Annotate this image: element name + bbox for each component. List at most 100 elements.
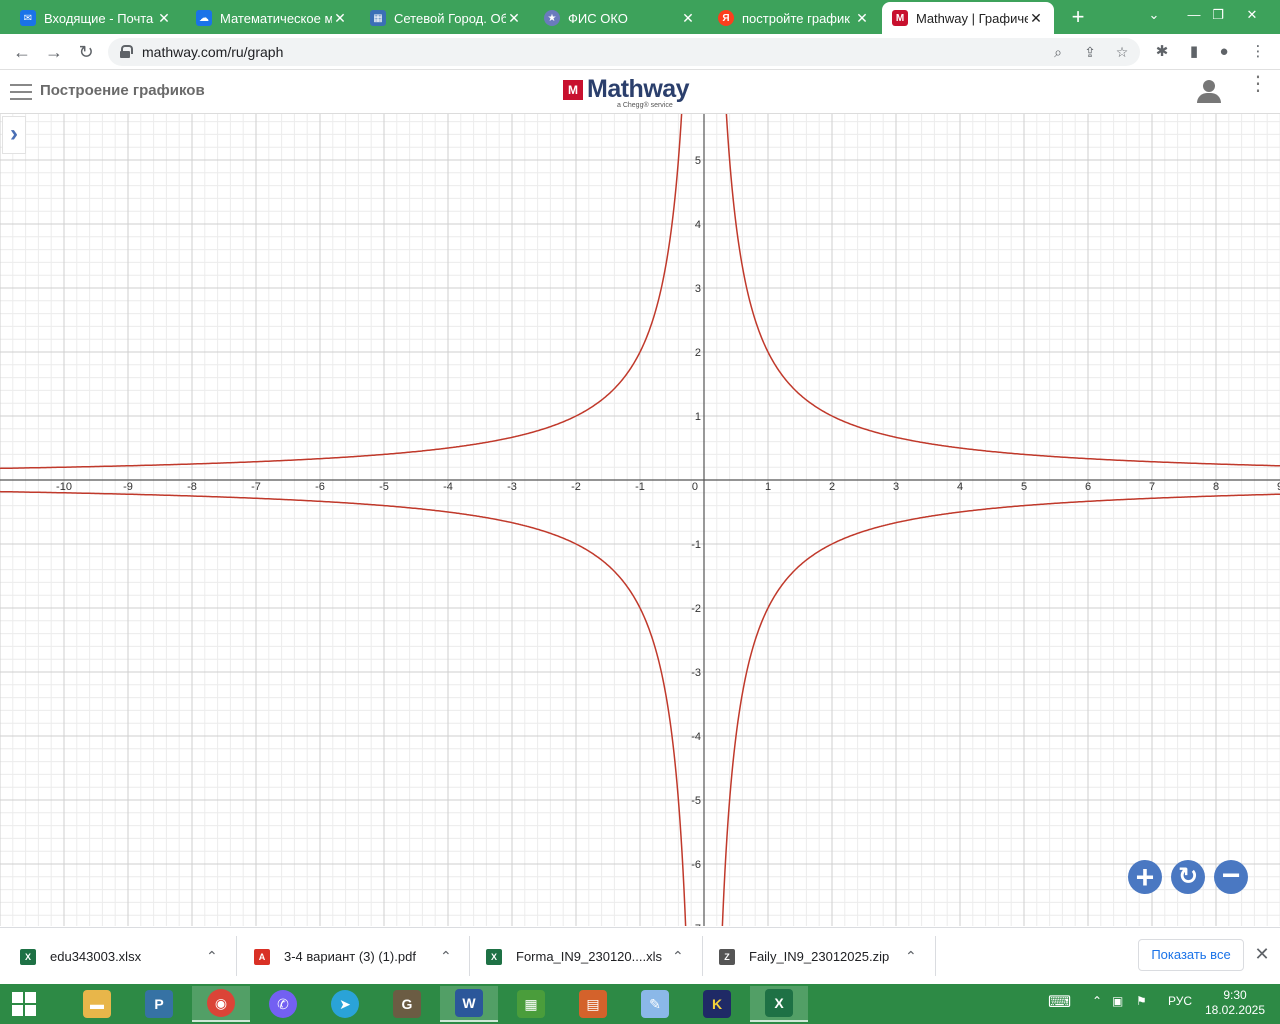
close-icon[interactable]: ✕: [854, 10, 870, 27]
mathway-icon: M: [892, 10, 908, 26]
extensions-icon[interactable]: ✱: [1152, 42, 1172, 62]
download-filename: 3-4 вариант (3) (1).pdf: [284, 949, 416, 964]
tab-mathway[interactable]: M Mathway | Графичес ✕: [882, 2, 1054, 34]
chevron-up-icon[interactable]: ⌃: [206, 948, 218, 965]
x-tick-label: 7: [1149, 481, 1155, 493]
download-item[interactable]: A 3-4 вариант (3) (1).pdf ⌃: [254, 928, 464, 985]
taskbar-gimp[interactable]: G: [378, 986, 436, 1022]
tab-title: Mathway | Графичес: [916, 10, 1028, 26]
zoom-icon[interactable]: ⌕: [1048, 42, 1068, 62]
mathway-logo-mark: M: [563, 80, 583, 100]
hamburger-menu-icon[interactable]: [10, 84, 32, 100]
more-vert-icon[interactable]: ⋮: [1248, 74, 1268, 106]
address-bar[interactable]: mathway.com/ru/graph ⌕ ⇪ ☆: [108, 38, 1140, 66]
url-text[interactable]: mathway.com/ru/graph: [142, 44, 283, 60]
download-filename: Forma_IN9_230120....xls: [516, 949, 662, 964]
excel-file-icon: X: [20, 948, 36, 965]
emblem-icon: ★: [544, 10, 560, 26]
flag-icon[interactable]: ⚑: [1136, 994, 1147, 1008]
yandex-icon: Я: [718, 10, 734, 26]
chevron-up-icon[interactable]: ⌃: [1092, 994, 1102, 1008]
tab-mail[interactable]: ✉ Входящие - Почта М ✕: [10, 2, 182, 34]
download-filename: Faily_IN9_23012025.zip: [749, 949, 890, 964]
logo-text: Mathway: [587, 75, 690, 103]
window-close-icon[interactable]: ✕: [1238, 2, 1266, 28]
bookmark-star-icon[interactable]: ☆: [1112, 42, 1132, 62]
pdf-file-icon: A: [254, 948, 270, 965]
close-icon[interactable]: ✕: [506, 10, 522, 27]
x-tick-label: -6: [315, 481, 325, 493]
tab-search-icon[interactable]: ⌄: [1140, 2, 1168, 28]
graph-svg[interactable]: -10-9-8-7-6-5-4-3-2-1012345678954321-1-2…: [0, 114, 1280, 926]
zoom-in-button[interactable]: +: [1128, 860, 1162, 894]
x-tick-label: -8: [187, 481, 197, 493]
x-tick-label: 8: [1213, 481, 1219, 493]
taskbar-kompas[interactable]: K: [688, 986, 746, 1022]
back-icon[interactable]: ←: [8, 38, 36, 66]
expand-panel-chevron-icon[interactable]: ›: [2, 116, 26, 154]
reset-view-button[interactable]: ↻: [1171, 860, 1205, 894]
browser-menu-icon[interactable]: ⋮: [1248, 42, 1268, 62]
chevron-up-icon[interactable]: ⌃: [905, 948, 917, 965]
chevron-up-icon[interactable]: ⌃: [672, 948, 684, 965]
cloud-icon: ☁: [196, 10, 212, 26]
download-item[interactable]: Z Faily_IN9_23012025.zip ⌃: [719, 928, 929, 985]
taskbar-word[interactable]: W: [440, 986, 498, 1022]
download-item[interactable]: X edu343003.xlsx ⌃: [20, 928, 230, 985]
close-icon[interactable]: ✕: [156, 10, 172, 27]
page-title: Построение графиков: [40, 82, 205, 99]
reload-icon[interactable]: ↻: [72, 38, 100, 66]
taskbar-viber[interactable]: ✆: [254, 986, 312, 1022]
network-icon[interactable]: ▣: [1112, 994, 1123, 1008]
x-tick-label: 3: [893, 481, 899, 493]
y-tick-label: 3: [695, 283, 701, 295]
taskbar-explorer[interactable]: ▬: [68, 986, 126, 1022]
zip-file-icon: Z: [719, 948, 735, 965]
show-all-downloads-button[interactable]: Показать все: [1138, 939, 1244, 971]
language-indicator[interactable]: РУС: [1168, 994, 1192, 1008]
side-panel-icon[interactable]: ▮: [1184, 42, 1204, 62]
chevron-up-icon[interactable]: ⌃: [440, 948, 452, 965]
share-icon[interactable]: ⇪: [1080, 42, 1100, 62]
taskbar-libreoffice[interactable]: ▤: [564, 986, 622, 1022]
divider: [469, 936, 470, 976]
clock[interactable]: 9:30 18.02.2025: [1200, 988, 1270, 1018]
function-curve: [725, 114, 1280, 467]
taskbar: ▬ P ◉ ✆ ➤ G W ▦ ▤ ✎ K X ⌨ ⌃ ▣ ⚑ РУС 9:30…: [0, 984, 1280, 1024]
new-tab-button[interactable]: +: [1066, 4, 1090, 30]
taskbar-chrome[interactable]: ◉: [192, 986, 250, 1022]
taskbar-excel[interactable]: X: [750, 986, 808, 1022]
tab-yandex[interactable]: Я постройте график ф ✕: [708, 2, 880, 34]
x-tick-label: 5: [1021, 481, 1027, 493]
close-icon[interactable]: ✕: [1028, 10, 1044, 27]
profile-icon[interactable]: ●: [1214, 42, 1234, 62]
close-icon[interactable]: ✕: [680, 10, 696, 27]
taskbar-paint[interactable]: ✎: [626, 986, 684, 1022]
impress-icon: ▤: [579, 990, 607, 1018]
date: 18.02.2025: [1204, 1003, 1266, 1017]
windows-logo-icon: [12, 992, 23, 1003]
tab-fisoko[interactable]: ★ ФИС ОКО ✕: [534, 2, 706, 34]
download-item[interactable]: X Forma_IN9_230120....xls ⌃: [486, 928, 696, 985]
x-tick-label: 4: [957, 481, 963, 493]
time: 9:30: [1223, 988, 1247, 1002]
close-icon[interactable]: ✕: [332, 10, 348, 27]
logo-subtext: a Chegg® service: [617, 102, 673, 109]
user-icon[interactable]: [1196, 80, 1222, 104]
close-icon[interactable]: ✕: [1252, 944, 1272, 964]
mathway-logo[interactable]: M Mathway a Chegg® service: [563, 75, 703, 110]
x-tick-label: 2: [829, 481, 835, 493]
taskbar-python[interactable]: P: [130, 986, 188, 1022]
forward-icon[interactable]: →: [40, 38, 68, 66]
y-tick-label: 2: [695, 347, 701, 359]
keyboard-icon[interactable]: ⌨: [1048, 992, 1071, 1012]
zoom-out-button[interactable]: −: [1214, 859, 1248, 894]
tab-math[interactable]: ☁ Математическое мо ✕: [186, 2, 358, 34]
graph-canvas[interactable]: -10-9-8-7-6-5-4-3-2-1012345678954321-1-2…: [0, 114, 1280, 926]
taskbar-calc[interactable]: ▦: [502, 986, 560, 1022]
tab-netgorod[interactable]: ▦ Сетевой Город. Обр ✕: [360, 2, 532, 34]
start-button[interactable]: [0, 984, 48, 1024]
restore-icon[interactable]: ❐: [1204, 2, 1232, 28]
y-tick-label: -2: [691, 603, 701, 615]
taskbar-telegram[interactable]: ➤: [316, 986, 374, 1022]
